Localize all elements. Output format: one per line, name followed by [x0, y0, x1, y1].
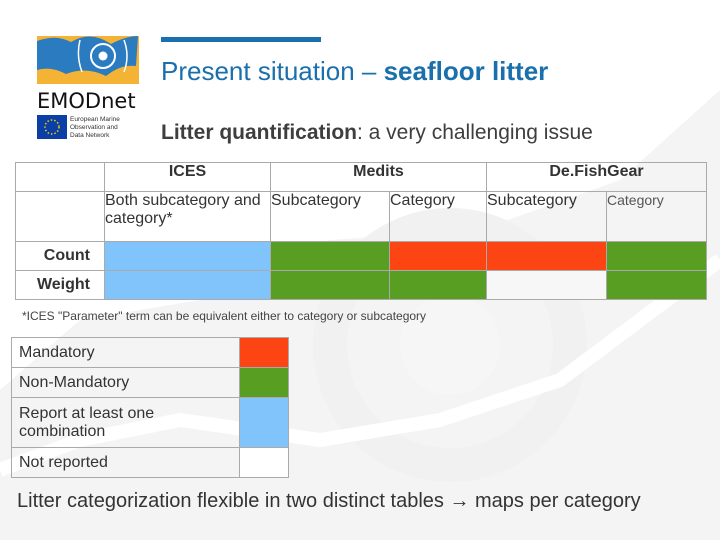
conclusion-text: Litter categorization flexible in two di…: [17, 490, 641, 512]
cell-status: [389, 270, 487, 300]
subheader-ices: Both subcategory and category*: [104, 191, 271, 242]
legend-label: Report at least one combination: [11, 397, 240, 448]
subheader-medits-category: Category: [389, 191, 487, 242]
cell-status: [389, 241, 487, 271]
logo-wordmark: EMODnet: [37, 89, 136, 113]
legend-item: Report at least one combination: [11, 397, 289, 448]
svg-text:European Marine: European Marine: [70, 116, 120, 123]
legend-swatch: [239, 397, 289, 448]
table-row-count: Count: [15, 241, 707, 271]
legend-item: Not reported: [11, 447, 289, 478]
cell-status: [104, 270, 271, 300]
table-corner-cell: [15, 162, 105, 192]
cell-status: [486, 241, 607, 271]
subheader-defishgear-subcategory: Subcategory: [486, 191, 607, 242]
subheader-medits-subcategory: Subcategory: [270, 191, 390, 242]
legend-label: Mandatory: [11, 337, 240, 368]
cell-status: [104, 241, 271, 271]
legend-item: Mandatory: [11, 337, 289, 368]
legend-swatch: [239, 447, 289, 478]
legend-item: Non-Mandatory: [11, 367, 289, 398]
legend-label: Not reported: [11, 447, 240, 478]
cell-status: [270, 270, 390, 300]
cell-status: [270, 241, 390, 271]
row-label: Count: [15, 241, 105, 271]
group-header-medits: Medits: [270, 162, 487, 192]
cell-status: [606, 241, 707, 271]
table-group-header-row: ICES Medits De.FishGear: [15, 162, 707, 192]
footnote: *ICES "Parameter" term can be equivalent…: [22, 309, 427, 323]
group-header-defishgear: De.FishGear: [486, 162, 707, 192]
table-subheader-row: Both subcategory and category* Subcatego…: [15, 191, 707, 242]
subheader-defishgear-category: Category: [606, 191, 707, 242]
table-row-weight: Weight: [15, 270, 707, 300]
legend-swatch: [239, 367, 289, 398]
legend-label: Non-Mandatory: [11, 367, 240, 398]
cell-status: [486, 270, 607, 300]
emodnet-emblem-icon: EMODnet European Marine Observation and …: [37, 36, 139, 139]
svg-text:Observation and: Observation and: [70, 124, 118, 131]
svg-text:Data Network: Data Network: [70, 132, 110, 139]
title-accent-bar: [161, 37, 321, 42]
legend-swatch: [239, 337, 289, 368]
arrow-right-icon: →: [449, 490, 470, 512]
page-title: Present situation – seafloor litter: [161, 56, 549, 86]
cell-status: [606, 270, 707, 300]
table-corner-cell: [15, 191, 105, 242]
emodnet-logo: EMODnet European Marine Observation and …: [36, 36, 140, 146]
page-subtitle: Litter quantification: a very challengin…: [161, 121, 593, 144]
legend-table: Mandatory Non-Mandatory Report at least …: [11, 337, 289, 478]
comparison-table: ICES Medits De.FishGear Both subcategory…: [15, 162, 707, 300]
row-label: Weight: [15, 270, 105, 300]
group-header-ices: ICES: [104, 162, 271, 192]
